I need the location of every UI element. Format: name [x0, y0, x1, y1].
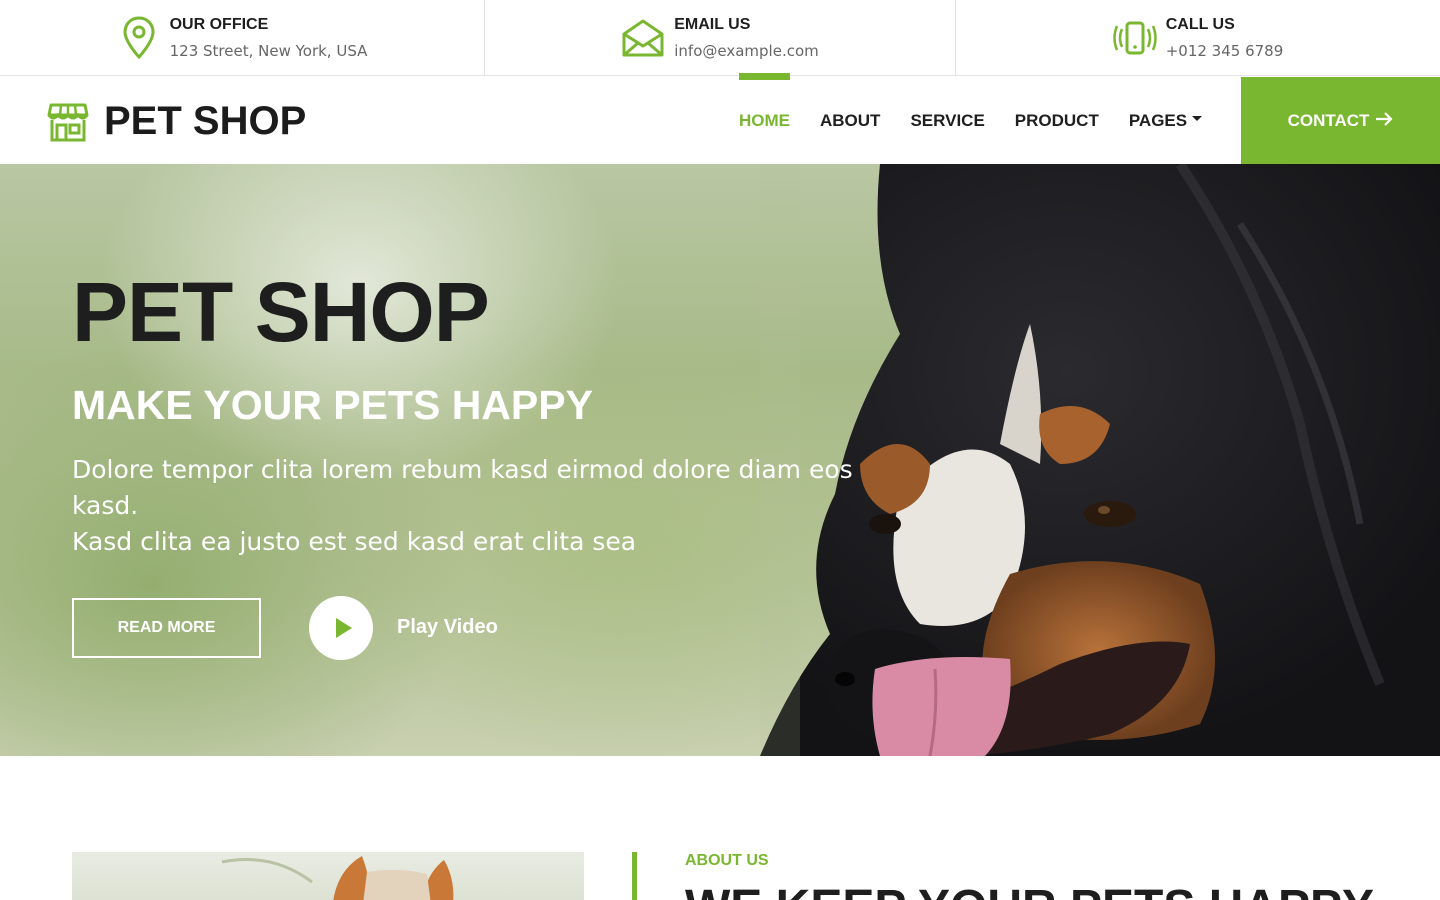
nav-item-service[interactable]: SERVICE: [895, 77, 999, 164]
email-info: EMAIL US info@example.com: [485, 0, 956, 76]
read-more-button[interactable]: READ MORE: [72, 598, 261, 658]
contact-button[interactable]: CONTACT: [1241, 77, 1440, 164]
nav-menu: HOME ABOUT SERVICE PRODUCT PAGES: [724, 73, 1217, 164]
brand-logo[interactable]: PET SHOP: [47, 99, 306, 144]
office-info: OUR OFFICE 123 Street, New York, USA: [0, 0, 485, 76]
storefront-icon: [47, 101, 89, 143]
nav-item-about[interactable]: ABOUT: [805, 77, 895, 164]
brand-name: PET SHOP: [104, 99, 307, 143]
office-title: OUR OFFICE: [169, 16, 269, 33]
call-info: CALL US +012 345 6789: [956, 0, 1440, 76]
map-pin-icon: [117, 16, 161, 60]
about-heading: WE KEEP YOUR PETS HAPPY: [685, 880, 1374, 900]
about-divider: [632, 852, 637, 900]
envelope-icon: [621, 16, 665, 60]
hero-subtitle: MAKE YOUR PETS HAPPY: [72, 382, 593, 428]
email-address[interactable]: info@example.com: [674, 41, 819, 61]
play-icon: [335, 618, 352, 638]
hero-text-line-2: Kasd clita ea justo est sed kasd erat cl…: [72, 527, 637, 556]
caret-down-icon: [1192, 116, 1203, 121]
play-video-label[interactable]: Play Video: [397, 616, 498, 639]
arrow-right-icon: [1375, 110, 1393, 131]
hero-title: PET SHOP: [72, 265, 490, 359]
hero-description: Dolore tempor clita lorem rebum kasd eir…: [72, 452, 912, 560]
nav-item-pages[interactable]: PAGES: [1114, 77, 1217, 164]
nav-item-product[interactable]: PRODUCT: [1000, 77, 1114, 164]
email-title: EMAIL US: [674, 16, 751, 33]
nav-item-home[interactable]: HOME: [724, 73, 805, 164]
hero-banner: PET SHOP MAKE YOUR PETS HAPPY Dolore tem…: [0, 164, 1440, 756]
nav-item-pages-label: PAGES: [1128, 110, 1188, 130]
about-image: [72, 852, 584, 900]
call-title: CALL US: [1165, 16, 1235, 33]
top-info-bar: OUR OFFICE 123 Street, New York, USA EMA…: [0, 0, 1440, 76]
office-address: 123 Street, New York, USA: [169, 42, 368, 60]
contact-button-label: CONTACT: [1287, 110, 1370, 130]
play-video-button[interactable]: [309, 596, 373, 660]
hero-text-line-1: Dolore tempor clita lorem rebum kasd eir…: [72, 455, 853, 520]
about-label: ABOUT US: [685, 852, 769, 869]
main-navbar: PET SHOP HOME ABOUT SERVICE PRODUCT PAGE…: [0, 73, 1440, 164]
vibrating-phone-icon: [1112, 16, 1157, 60]
phone-number[interactable]: +012 345 6789: [1166, 41, 1284, 61]
